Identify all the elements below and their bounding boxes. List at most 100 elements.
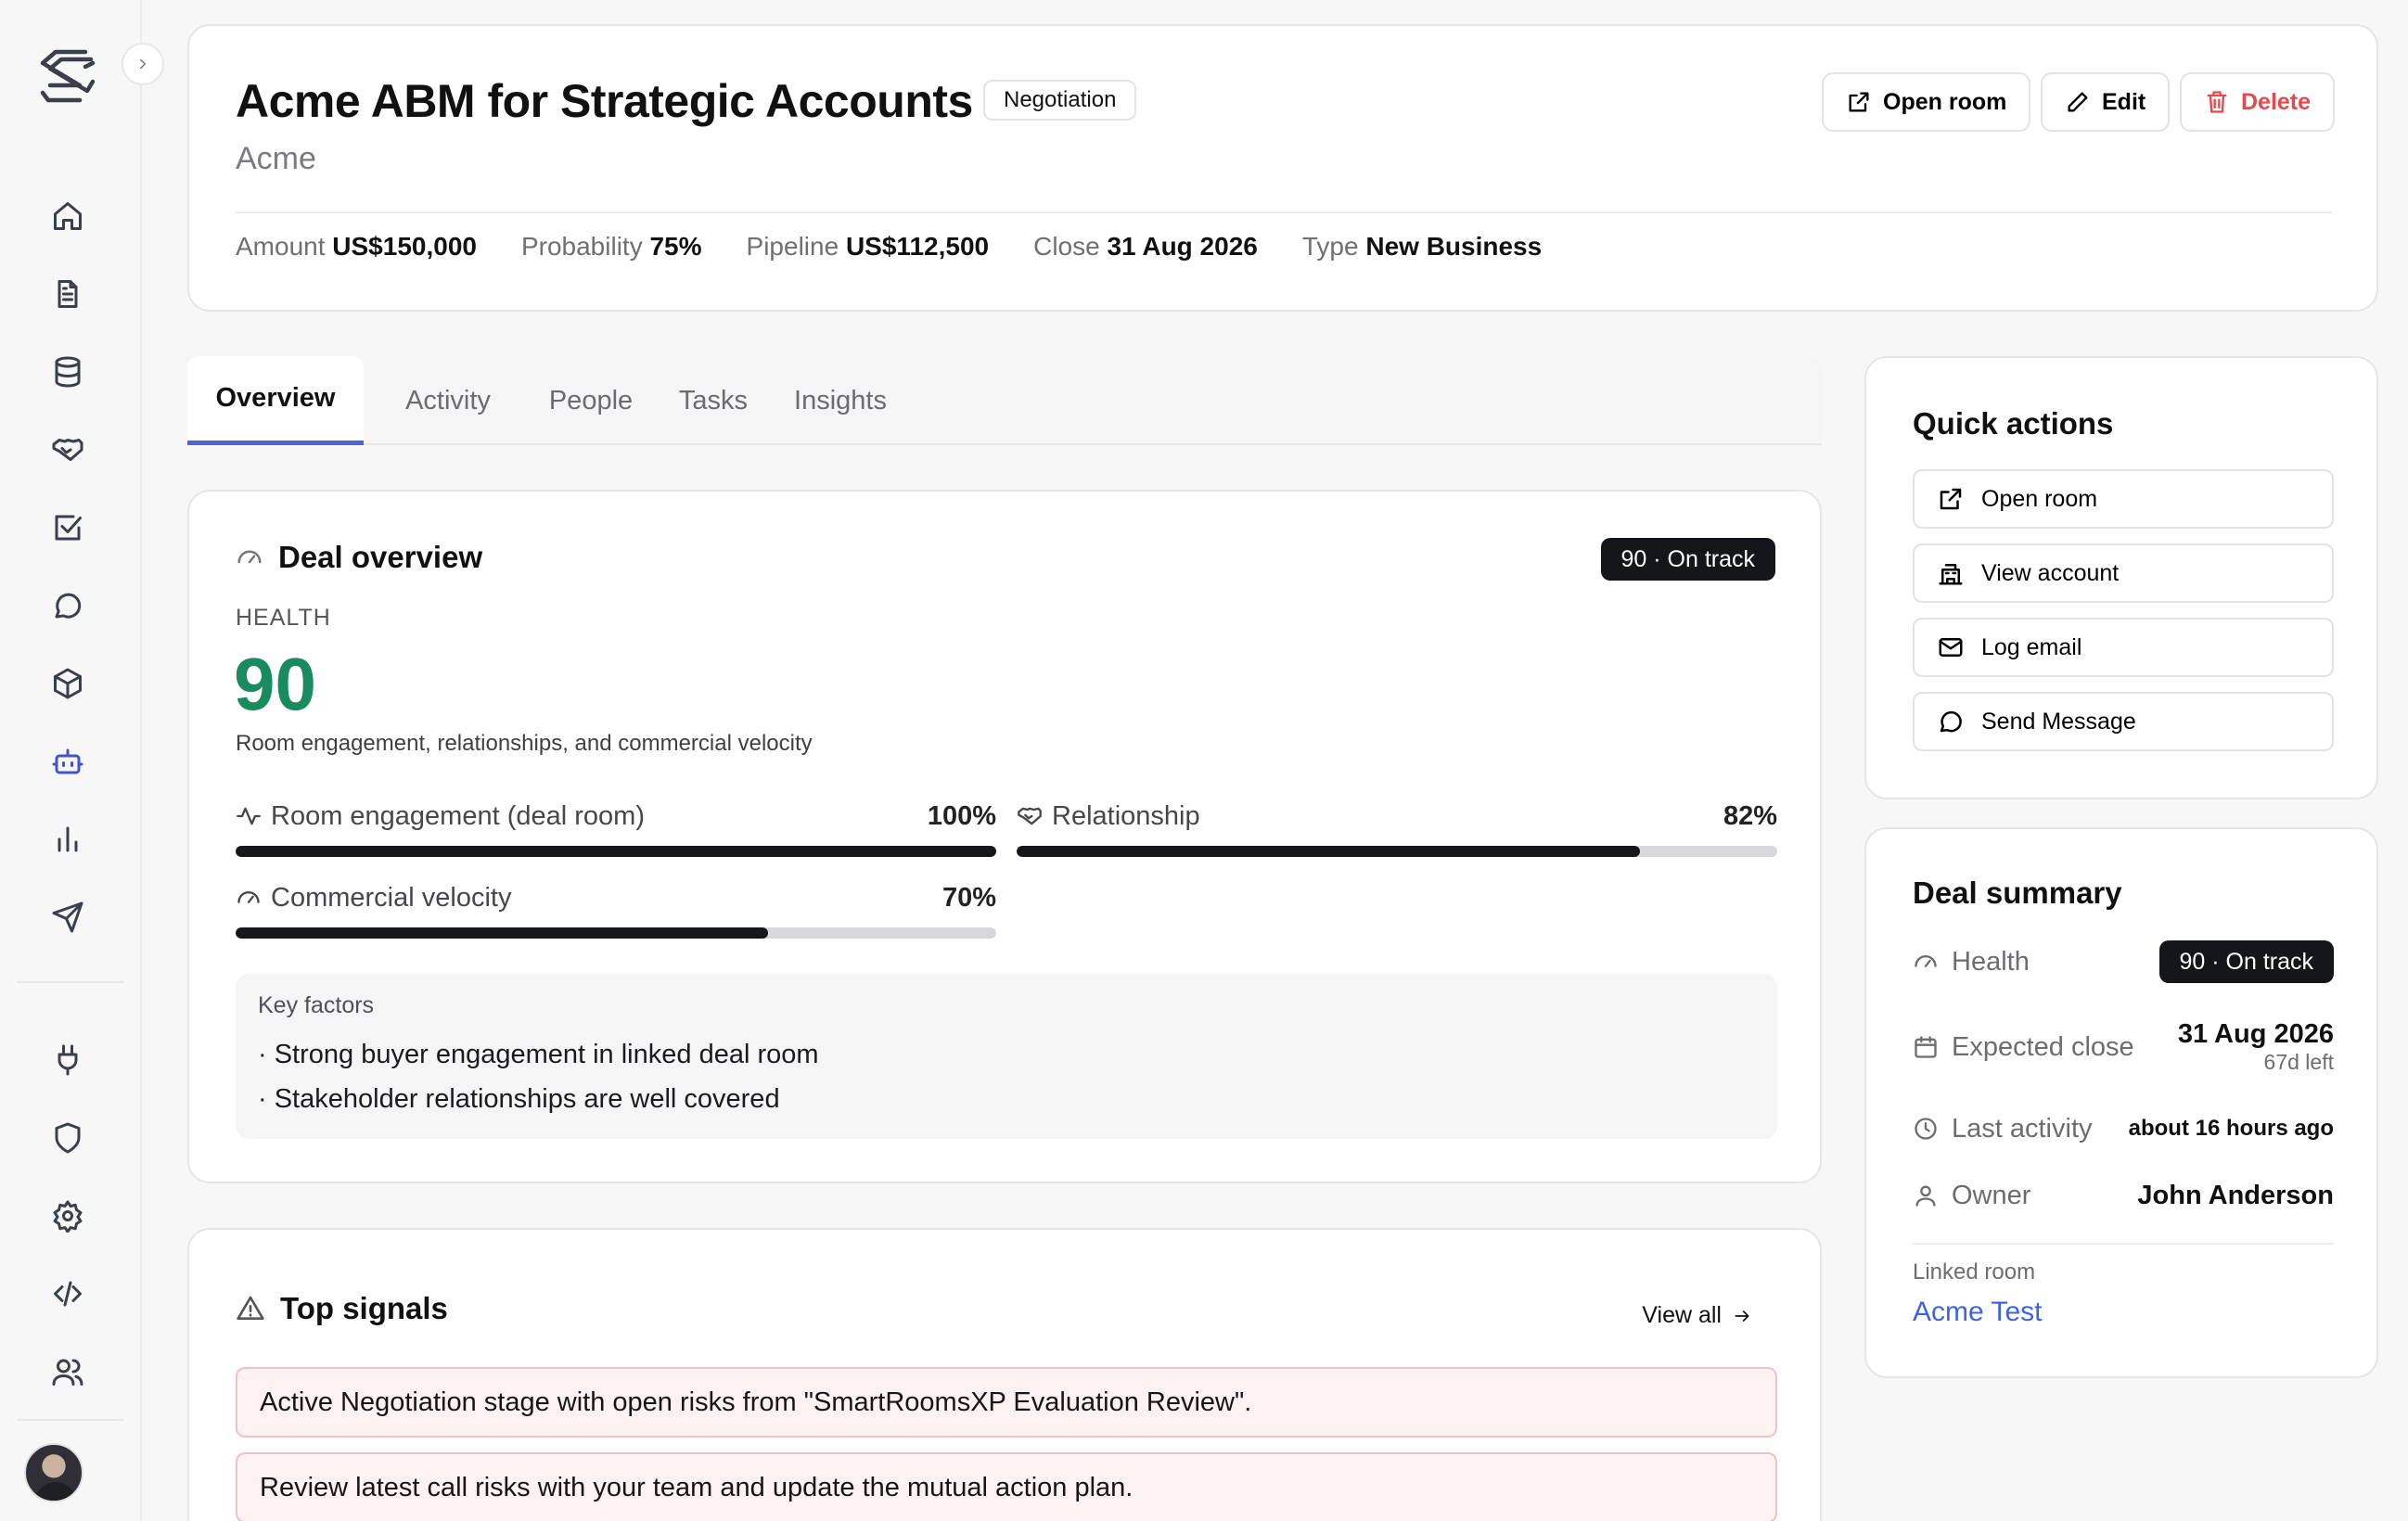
signal-item[interactable]: Active Negotiation stage with open risks… [236, 1367, 1777, 1438]
code-icon[interactable] [46, 1272, 89, 1315]
bot-icon[interactable] [46, 740, 89, 783]
checkbox-icon[interactable] [46, 506, 89, 549]
users-icon[interactable] [46, 1350, 89, 1393]
summary-divider [1913, 1243, 2334, 1245]
message-icon [1937, 708, 1965, 735]
progress-fill [236, 927, 768, 939]
metric-value: 100% [927, 800, 996, 831]
stage-badge: Negotiation [983, 80, 1137, 121]
open-room-button[interactable]: Open room [1822, 72, 2031, 132]
signal-item[interactable]: Review latest call risks with your team … [236, 1452, 1777, 1521]
summary-value: about 16 hours ago [2128, 1116, 2334, 1141]
stat-probability: Probability 75% [520, 232, 702, 261]
quick-action-open-room[interactable]: Open room [1913, 469, 2334, 529]
stat-close: Close 31 Aug 2026 [1033, 232, 1258, 261]
quick-action-send-message[interactable]: Send Message [1913, 692, 2334, 751]
summary-label: Health [1952, 946, 2030, 977]
package-icon[interactable] [46, 662, 89, 705]
edit-label: Edit [2102, 88, 2146, 115]
summary-label: Last activity [1952, 1113, 2093, 1144]
plug-icon[interactable] [46, 1039, 89, 1081]
clock-icon [1913, 1116, 1939, 1142]
summary-label: Owner [1952, 1180, 2031, 1210]
quick-action-label: View account [1981, 559, 2120, 586]
warning-icon [236, 1294, 265, 1323]
deal-stats: Amount US$150,000 Probability 75% Pipeli… [236, 232, 1542, 262]
company-name: Acme [236, 141, 316, 176]
key-factors: Key factors · Strong buyer engagement in… [236, 974, 1777, 1139]
quick-action-label: Log email [1981, 633, 2082, 660]
settings-icon[interactable] [46, 1195, 89, 1237]
gauge-icon [236, 543, 263, 571]
open-room-label: Open room [1883, 88, 2007, 115]
metric-value: 82% [1723, 800, 1777, 831]
activity-icon [236, 803, 262, 829]
external-link-icon [1937, 485, 1965, 513]
tab-insights[interactable]: Insights [777, 356, 903, 445]
delete-button[interactable]: Delete [2180, 72, 2336, 132]
database-icon[interactable] [46, 351, 89, 393]
gauge-icon [1913, 949, 1939, 975]
metric-name: Commercial velocity [271, 882, 512, 913]
delete-label: Delete [2241, 88, 2312, 115]
calendar-icon [1913, 1034, 1939, 1060]
sidebar-divider [17, 1419, 124, 1421]
stat-pipeline: Pipeline US$112,500 [746, 232, 990, 261]
key-factors-title: Key factors [258, 992, 375, 1018]
summary-last-activity-row: Last activity about 16 hours ago [1913, 1107, 2334, 1150]
gauge-icon [236, 885, 262, 911]
building-icon [1937, 559, 1965, 587]
summary-owner-row: Owner John Anderson [1913, 1174, 2334, 1217]
progress-track [1017, 846, 1777, 857]
metric-commercial-velocity: Commercial velocity 70% [236, 879, 996, 939]
view-all-link[interactable]: View all [1642, 1302, 1751, 1329]
chevron-right-icon [134, 56, 151, 72]
summary-label: Expected close [1952, 1031, 2134, 1062]
quick-action-view-account[interactable]: View account [1913, 543, 2334, 603]
edit-button[interactable]: Edit [2041, 72, 2171, 132]
chat-icon[interactable] [46, 584, 89, 627]
quick-action-label: Send Message [1981, 708, 2136, 735]
progress-fill [1017, 846, 1641, 857]
top-signals-title: Top signals [280, 1291, 448, 1325]
tab-activity[interactable]: Activity [378, 356, 518, 445]
metric-relationship: Relationship 82% [1017, 798, 1777, 857]
deal-title: Acme ABM for Strategic Accounts [236, 75, 973, 127]
days-left: 67d left [2263, 1050, 2334, 1074]
top-signals-card: Top signals View all Active Negotiation … [187, 1228, 1822, 1521]
deal-summary-title: Deal summary [1913, 876, 2122, 910]
quick-actions-title: Quick actions [1913, 406, 2114, 441]
document-icon[interactable] [46, 273, 89, 315]
send-icon[interactable] [46, 896, 89, 939]
pencil-icon [2065, 89, 2091, 115]
arrow-right-icon [1733, 1307, 1751, 1325]
tab-bar: Overview Activity People Tasks Insights [187, 356, 1822, 445]
stat-type: Type New Business [1301, 232, 1543, 261]
tab-people[interactable]: People [531, 356, 651, 445]
mail-icon [1937, 633, 1965, 661]
handshake-icon[interactable] [46, 428, 89, 471]
bar-chart-icon[interactable] [46, 818, 89, 861]
external-link-icon [1846, 89, 1872, 115]
view-all-label: View all [1642, 1302, 1722, 1328]
tab-tasks[interactable]: Tasks [662, 356, 764, 445]
deal-summary-card: Deal summary Health 90 · On track Expect… [1864, 827, 2378, 1378]
key-factor-item: · Strong buyer engagement in linked deal… [258, 1040, 819, 1069]
tab-overview[interactable]: Overview [187, 356, 364, 445]
quick-actions-card: Quick actions Open room View account Log… [1864, 356, 2378, 799]
header-divider [236, 211, 2332, 213]
shield-icon[interactable] [46, 1117, 89, 1159]
health-score: 90 [234, 643, 316, 725]
quick-action-log-email[interactable]: Log email [1913, 618, 2334, 677]
app-logo[interactable] [37, 45, 98, 111]
avatar[interactable] [24, 1443, 83, 1502]
progress-fill [236, 846, 996, 857]
metric-value: 70% [941, 882, 996, 913]
quick-action-label: Open room [1981, 485, 2098, 512]
deal-overview-title: Deal overview [278, 540, 483, 574]
linked-room-link[interactable]: Acme Test [1913, 1297, 2043, 1328]
sidebar-collapse-button[interactable] [122, 43, 164, 85]
health-status-pill: 90 · On track [1600, 538, 1775, 581]
home-icon[interactable] [46, 195, 89, 237]
deal-overview-heading: Deal overview [236, 540, 482, 575]
